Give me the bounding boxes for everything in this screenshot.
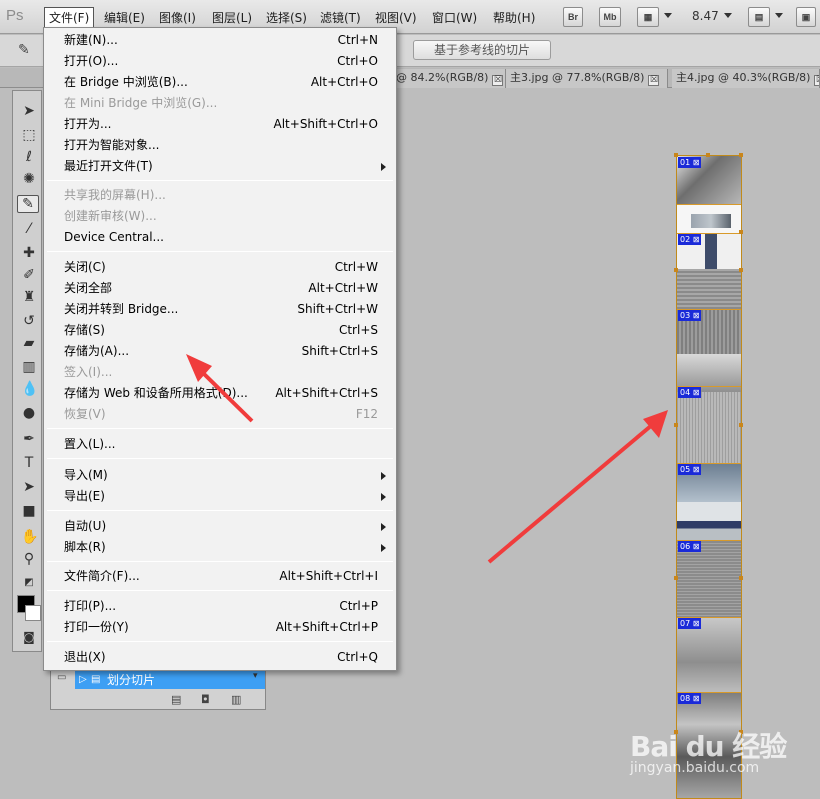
annotation-arrowhead — [643, 410, 668, 438]
annotation-arrows — [186, 354, 668, 564]
annotation-arrow-shaft — [198, 368, 254, 423]
annotation-arrow-shaft — [487, 423, 654, 564]
